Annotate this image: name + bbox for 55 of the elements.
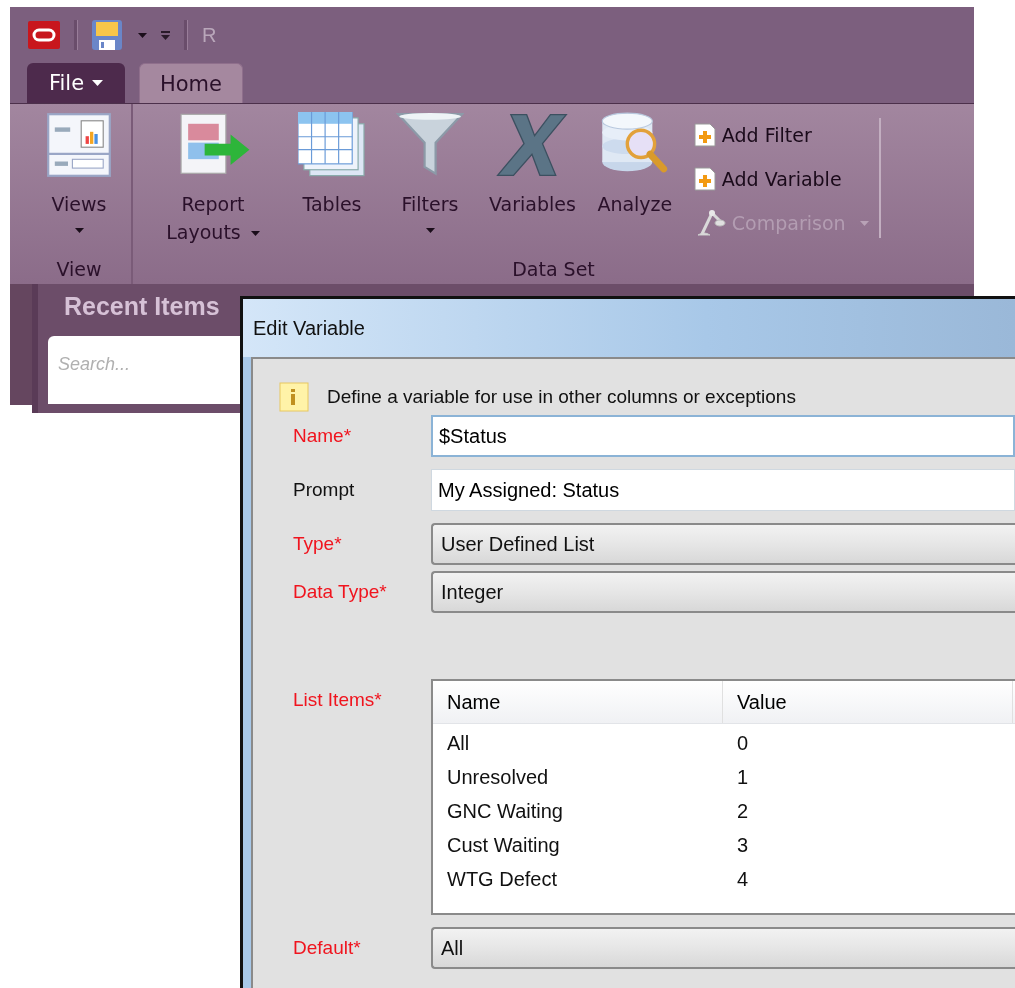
field-label: List Items* <box>293 688 383 711</box>
ribbon-button[interactable]: Add Filter <box>691 116 871 154</box>
table-cell-text: GNC Waiting <box>446 799 564 823</box>
column-header[interactable]: Name <box>433 681 723 723</box>
caret-icon <box>425 228 435 233</box>
ribbon-button[interactable]: Views <box>34 112 124 233</box>
customize-icon[interactable] <box>161 30 170 40</box>
field-label: Name* <box>293 424 353 447</box>
table-cell-text: 1 <box>736 765 750 789</box>
table-cell-text: Cust Waiting <box>446 833 561 857</box>
ribbon-button[interactable]: Report Layouts <box>147 112 279 246</box>
ribbon-tab[interactable]: Home <box>139 63 243 103</box>
ribbon-button[interactable]: Analyze <box>589 112 680 218</box>
document-plus-icon <box>693 123 716 147</box>
group-label: View <box>56 257 102 282</box>
field-label: Data Type* <box>293 580 388 603</box>
field-label: Type* <box>293 532 343 555</box>
ribbon-button[interactable]: Tables <box>287 112 377 218</box>
field-label: Default* <box>293 936 362 959</box>
field-label: Prompt <box>293 478 356 501</box>
text-field[interactable]: My Assigned: Status <box>431 469 1015 511</box>
save-icon[interactable] <box>92 20 122 50</box>
caret-icon <box>74 228 84 233</box>
dropdown-field[interactable]: User Defined List <box>431 523 1015 565</box>
window-title: R <box>202 23 217 47</box>
table-cell-text: WTG Defect <box>446 867 558 891</box>
layout-icon <box>46 112 112 178</box>
sidebar-title: Recent Items <box>64 292 220 322</box>
caret-icon <box>250 231 260 236</box>
table-cell-text: 4 <box>736 867 750 891</box>
table-cell-text: 3 <box>736 833 750 857</box>
ribbon-button[interactable]: Add Variable <box>691 160 871 198</box>
x-shape-icon <box>495 112 570 178</box>
logo-icon[interactable] <box>28 21 60 49</box>
caret-icon <box>859 220 869 226</box>
info-icon <box>279 382 309 412</box>
table-cell-text: All <box>446 731 471 755</box>
table-icon <box>297 112 367 178</box>
table-cell-text: 2 <box>736 799 750 823</box>
funnel-icon <box>395 112 465 178</box>
dropdown-field[interactable]: All <box>431 927 1015 969</box>
column-header[interactable]: Value <box>723 681 1013 723</box>
ribbon-button[interactable]: Filters <box>385 112 475 233</box>
text-field[interactable]: $Status <box>431 415 1015 457</box>
caret-icon <box>92 80 104 86</box>
dialog-title: Edit Variable <box>253 316 365 340</box>
caret-icon <box>138 32 147 38</box>
info-message: Define a variable for use in other columns or exceptions <box>327 386 796 408</box>
ribbon-button[interactable]: Variables <box>483 112 582 218</box>
table-cell-text: 0 <box>736 731 750 755</box>
dropdown-field[interactable]: Integer <box>431 571 1015 613</box>
group-label: Data Set <box>512 257 595 282</box>
document-plus-icon <box>693 167 716 191</box>
file-menu-tab[interactable]: File <box>27 63 125 103</box>
table-cell-text: Unresolved <box>446 765 550 789</box>
